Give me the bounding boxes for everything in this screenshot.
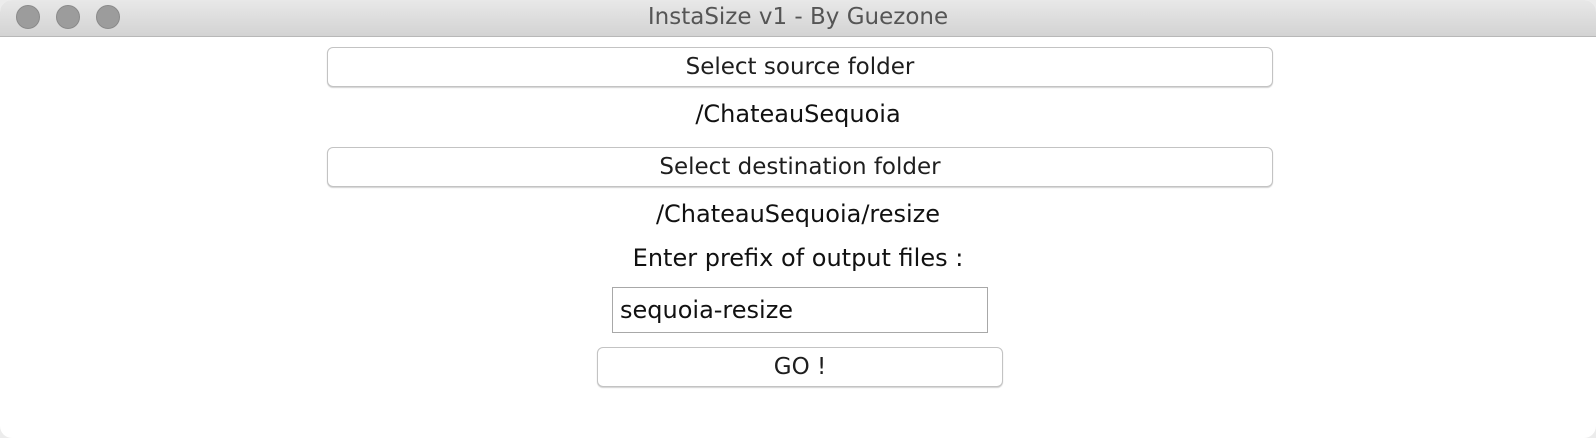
prefix-input[interactable] [612, 287, 988, 333]
select-source-folder-button[interactable]: Select source folder [327, 47, 1273, 87]
app-window: InstaSize v1 - By Guezone Select source … [0, 0, 1596, 438]
destination-path-label: /ChateauSequoia/resize [655, 200, 941, 228]
go-button[interactable]: GO ! [597, 347, 1003, 387]
prefix-label: Enter prefix of output files : [632, 244, 964, 272]
title-bar[interactable]: InstaSize v1 - By Guezone [0, 0, 1596, 37]
window-title: InstaSize v1 - By Guezone [647, 4, 949, 30]
select-destination-folder-button[interactable]: Select destination folder [327, 147, 1273, 187]
source-path-label: /ChateauSequoia [695, 100, 901, 128]
